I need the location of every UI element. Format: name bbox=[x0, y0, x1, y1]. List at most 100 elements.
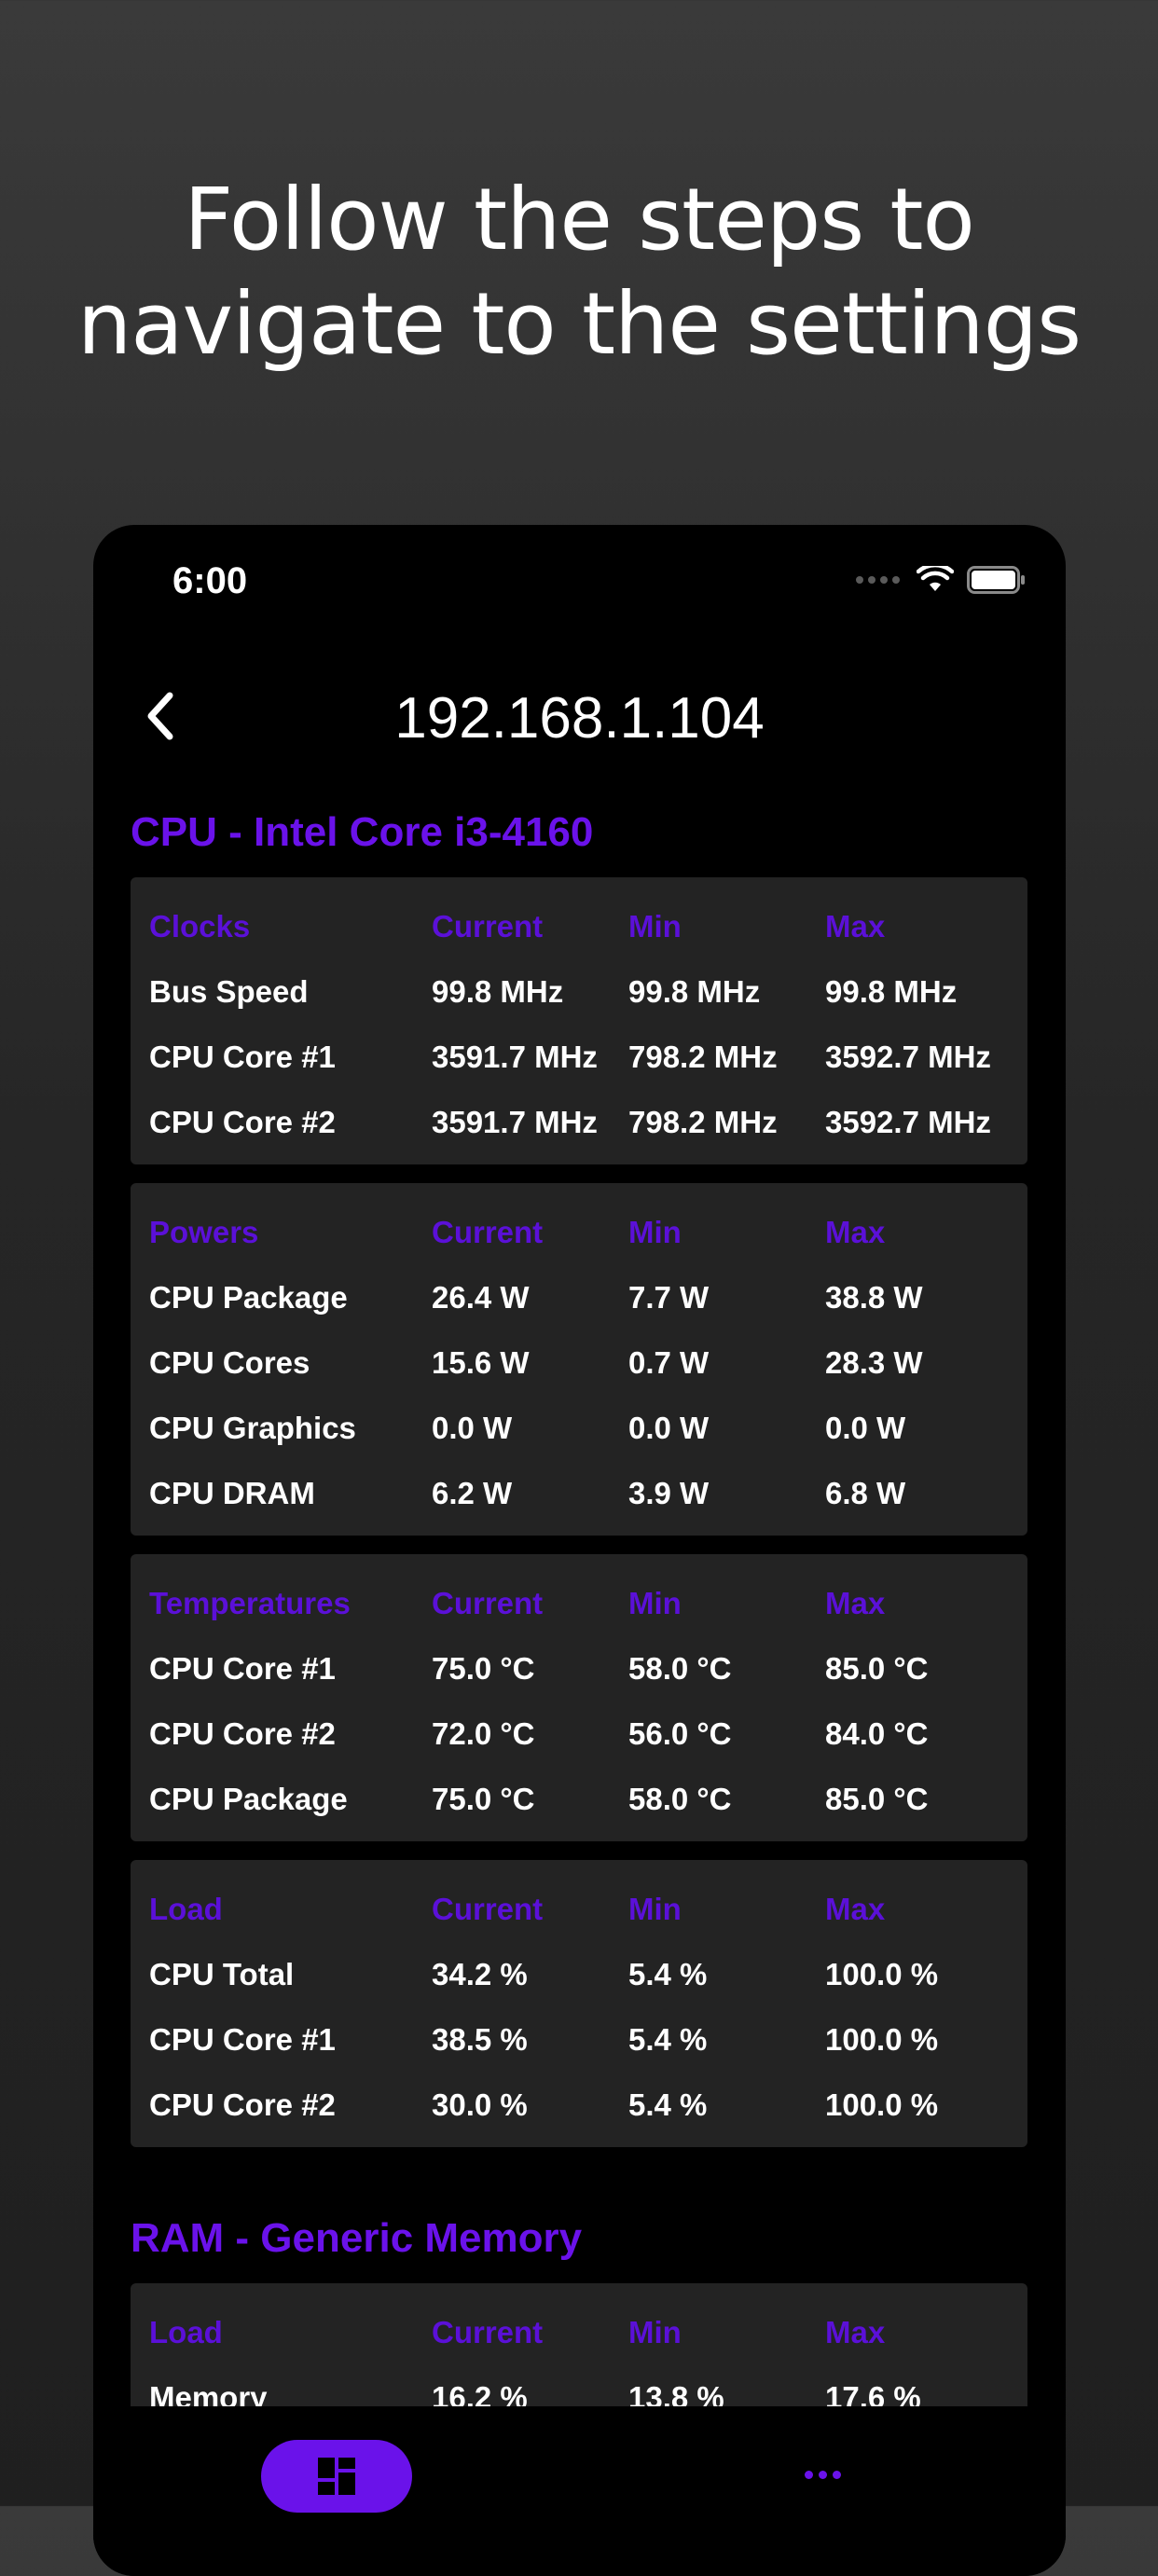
max-value: 99.8 MHz bbox=[825, 974, 958, 1009]
column-header: Min bbox=[628, 1892, 682, 1926]
table-row: CPU Package 75.0 °C 58.0 °C 85.0 °C bbox=[131, 1767, 1027, 1832]
sensor-content[interactable]: CPU - Intel Core i3-4160 Clocks Current … bbox=[131, 805, 1027, 2459]
table-row: CPU Core #1 38.5 % 5.4 % 100.0 % bbox=[131, 2007, 1027, 2073]
column-header: Max bbox=[825, 1586, 886, 1620]
clocks-card: Clocks Current Min Max Bus Speed 99.8 MH… bbox=[131, 877, 1027, 1164]
table-row: Bus Speed 99.8 MHz 99.8 MHz 99.8 MHz bbox=[131, 959, 1027, 1025]
table-row: CPU Package 26.4 W 7.7 W 38.8 W bbox=[131, 1265, 1027, 1330]
max-value: 85.0 °C bbox=[825, 1651, 929, 1686]
cpu-load-card: Load Current Min Max CPU Total 34.2 % 5.… bbox=[131, 1860, 1027, 2147]
min-value: 798.2 MHz bbox=[628, 1105, 778, 1139]
min-value: 0.0 W bbox=[628, 1411, 710, 1445]
table-row: CPU Cores 15.6 W 0.7 W 28.3 W bbox=[131, 1330, 1027, 1396]
current-value: 72.0 °C bbox=[432, 1716, 535, 1751]
max-value: 3592.7 MHz bbox=[825, 1040, 991, 1074]
status-time: 6:00 bbox=[172, 560, 248, 601]
status-icons bbox=[856, 566, 1027, 594]
sensor-name: CPU Core #1 bbox=[149, 1651, 336, 1686]
tab-dashboard[interactable] bbox=[261, 2440, 412, 2513]
column-header: Current bbox=[432, 1586, 544, 1620]
column-header: Temperatures bbox=[149, 1586, 351, 1620]
min-value: 798.2 MHz bbox=[628, 1040, 778, 1074]
table-row: CPU Core #1 75.0 °C 58.0 °C 85.0 °C bbox=[131, 1636, 1027, 1701]
current-value: 0.0 W bbox=[432, 1411, 513, 1445]
clocks-header-row: Clocks Current Min Max bbox=[131, 894, 1027, 959]
sensor-name: CPU DRAM bbox=[149, 1476, 315, 1510]
current-value: 3591.7 MHz bbox=[432, 1105, 598, 1139]
current-value: 34.2 % bbox=[432, 1957, 528, 1991]
column-header: Current bbox=[432, 909, 544, 944]
max-value: 100.0 % bbox=[825, 2087, 939, 2122]
more-dots-icon bbox=[832, 2470, 841, 2479]
phone-screen: 6:00 192.168.1.104 CPU - Intel Core i3-4… bbox=[93, 525, 1066, 2576]
current-value: 99.8 MHz bbox=[432, 974, 564, 1009]
column-header: Min bbox=[628, 909, 682, 944]
sensor-name: CPU Core #1 bbox=[149, 1040, 336, 1074]
sensor-name: CPU Cores bbox=[149, 1345, 310, 1380]
current-value: 15.6 W bbox=[432, 1345, 530, 1380]
more-dots-icon bbox=[818, 2470, 827, 2479]
column-header: Current bbox=[432, 1892, 544, 1926]
current-value: 75.0 °C bbox=[432, 1651, 535, 1686]
ram-section-title: RAM - Generic Memory bbox=[131, 2215, 583, 2261]
sensor-name: Bus Speed bbox=[149, 974, 309, 1009]
temperatures-card: Temperatures Current Min Max CPU Core #1… bbox=[131, 1554, 1027, 1841]
min-value: 58.0 °C bbox=[628, 1782, 732, 1816]
min-value: 7.7 W bbox=[628, 1280, 710, 1315]
column-header: Max bbox=[825, 1215, 886, 1249]
table-row: CPU DRAM 6.2 W 3.9 W 6.8 W bbox=[131, 1461, 1027, 1526]
column-header: Clocks bbox=[149, 909, 251, 944]
max-value: 38.8 W bbox=[825, 1280, 923, 1315]
table-row: CPU Total 34.2 % 5.4 % 100.0 % bbox=[131, 1942, 1027, 2007]
table-row: CPU Core #2 72.0 °C 56.0 °C 84.0 °C bbox=[131, 1701, 1027, 1767]
sensor-name: CPU Total bbox=[149, 1957, 295, 1991]
table-row: CPU Core #2 30.0 % 5.4 % 100.0 % bbox=[131, 2073, 1027, 2138]
load-header-row: Load Current Min Max bbox=[131, 1877, 1027, 1942]
column-header: Load bbox=[149, 2315, 223, 2349]
more-dots-icon bbox=[804, 2470, 813, 2479]
max-value: 100.0 % bbox=[825, 1957, 939, 1991]
current-value: 3591.7 MHz bbox=[432, 1040, 598, 1074]
nav-bar: 192.168.1.104 bbox=[93, 665, 1066, 758]
max-value: 6.8 W bbox=[825, 1476, 906, 1510]
sensor-name: CPU Core #1 bbox=[149, 2022, 336, 2057]
column-header: Current bbox=[432, 1215, 544, 1249]
status-bar: 6:00 bbox=[93, 525, 1066, 637]
table-row: CPU Core #1 3591.7 MHz 798.2 MHz 3592.7 … bbox=[131, 1025, 1027, 1090]
column-header: Min bbox=[628, 1586, 682, 1620]
temperatures-header-row: Temperatures Current Min Max bbox=[131, 1571, 1027, 1636]
min-value: 58.0 °C bbox=[628, 1651, 732, 1686]
table-row: CPU Graphics 0.0 W 0.0 W 0.0 W bbox=[131, 1396, 1027, 1461]
ram-load-header-row: Load Current Min Max bbox=[131, 2300, 1027, 2365]
powers-card: Powers Current Min Max CPU Package 26.4 … bbox=[131, 1183, 1027, 1536]
tab-more[interactable] bbox=[794, 2460, 850, 2488]
headline: Follow the steps to navigate to the sett… bbox=[0, 168, 1158, 377]
sensor-name: CPU Graphics bbox=[149, 1411, 356, 1445]
column-header: Max bbox=[825, 2315, 886, 2349]
current-value: 30.0 % bbox=[432, 2087, 528, 2122]
max-value: 28.3 W bbox=[825, 1345, 923, 1380]
powers-header-row: Powers Current Min Max bbox=[131, 1200, 1027, 1265]
cpu-section-title: CPU - Intel Core i3-4160 bbox=[131, 809, 594, 855]
column-header: Min bbox=[628, 2315, 682, 2349]
max-value: 100.0 % bbox=[825, 2022, 939, 2057]
column-header: Max bbox=[825, 1892, 886, 1926]
headline-line-1: Follow the steps to bbox=[184, 170, 975, 269]
battery-icon bbox=[967, 566, 1025, 594]
current-value: 26.4 W bbox=[432, 1280, 530, 1315]
max-value: 0.0 W bbox=[825, 1411, 906, 1445]
column-header: Powers bbox=[149, 1215, 259, 1249]
min-value: 5.4 % bbox=[628, 2022, 708, 2057]
tab-bar bbox=[93, 2406, 1066, 2576]
min-value: 99.8 MHz bbox=[628, 974, 761, 1009]
sensor-name: CPU Package bbox=[149, 1782, 348, 1816]
headline-line-2: navigate to the settings bbox=[76, 274, 1082, 374]
column-header: Current bbox=[432, 2315, 544, 2349]
nav-title: 192.168.1.104 bbox=[394, 686, 765, 751]
min-value: 56.0 °C bbox=[628, 1716, 732, 1751]
sensor-name: CPU Package bbox=[149, 1280, 348, 1315]
current-value: 75.0 °C bbox=[432, 1782, 535, 1816]
signal-dots-icon bbox=[856, 576, 900, 584]
max-value: 84.0 °C bbox=[825, 1716, 929, 1751]
column-header: Load bbox=[149, 1892, 223, 1926]
